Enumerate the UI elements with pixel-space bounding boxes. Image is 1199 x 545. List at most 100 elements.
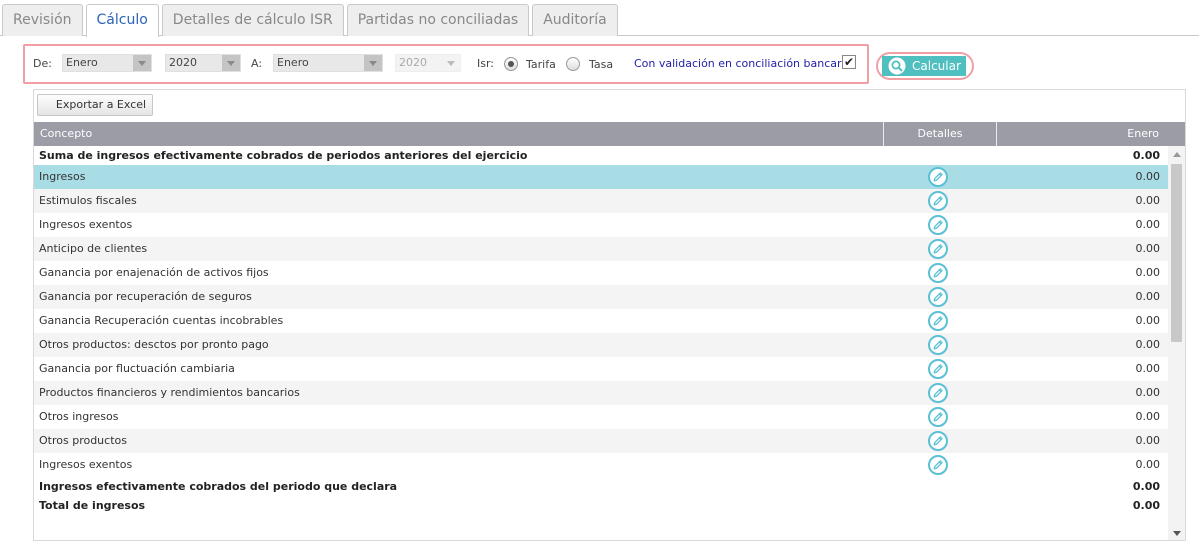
enero-cell: 0.00	[1135, 434, 1161, 447]
chevron-down-icon	[133, 55, 151, 71]
column-header-enero[interactable]: Enero	[997, 122, 1159, 146]
detalles-cell	[928, 239, 948, 259]
to-year-select: 2020	[395, 54, 461, 72]
table-row[interactable]: Ganancia por fluctuación cambiaria 0.00	[34, 357, 1168, 381]
period-filter-bar: De: Enero 2020 A: Enero 2020 Isr: Tarifa…	[23, 44, 869, 84]
to-label: A:	[251, 57, 263, 70]
tarifa-radio[interactable]	[504, 57, 518, 71]
detalles-cell	[928, 335, 948, 355]
concepto-cell: Ingresos	[39, 170, 86, 183]
pencil-icon[interactable]	[928, 455, 948, 475]
detalles-cell	[928, 287, 948, 307]
tarifa-label: Tarifa	[526, 58, 556, 71]
enero-cell: 0.00	[1135, 362, 1161, 375]
concepto-cell: Ganancia por fluctuación cambiaria	[39, 362, 235, 375]
search-icon	[888, 57, 906, 75]
pencil-icon[interactable]	[928, 239, 948, 259]
enero-cell: 0.00	[1132, 499, 1160, 512]
tab-0[interactable]: Revisión	[2, 4, 83, 36]
concepto-cell: Otros ingresos	[39, 410, 119, 423]
bank-validation-checkbox[interactable]: ✔	[842, 55, 856, 69]
pencil-icon[interactable]	[928, 311, 948, 331]
detalles-cell	[928, 431, 948, 451]
enero-cell: 0.00	[1135, 458, 1161, 471]
column-header-concepto[interactable]: Concepto	[40, 122, 92, 146]
table-row[interactable]: Ganancia por recuperación de seguros 0.00	[34, 285, 1168, 309]
grid-summary-row[interactable]: Ingresos efectivamente cobrados del peri…	[34, 477, 1168, 496]
enero-cell: 0.00	[1135, 170, 1161, 183]
concepto-cell: Productos financieros y rendimientos ban…	[39, 386, 300, 399]
scroll-down-icon[interactable]	[1168, 525, 1185, 540]
detalles-cell	[928, 311, 948, 331]
enero-cell: 0.00	[1132, 149, 1160, 162]
table-row[interactable]: Anticipo de clientes 0.00	[34, 237, 1168, 261]
pencil-icon[interactable]	[928, 167, 948, 187]
enero-cell: 0.00	[1135, 338, 1161, 351]
tasa-radio[interactable]	[566, 57, 580, 71]
table-row[interactable]: Otros productos 0.00	[34, 429, 1168, 453]
from-label: De:	[33, 57, 52, 70]
table-row[interactable]: Productos financieros y rendimientos ban…	[34, 381, 1168, 405]
table-row[interactable]: Ganancia por enajenación de activos fijo…	[34, 261, 1168, 285]
chevron-down-icon	[442, 55, 460, 71]
enero-cell: 0.00	[1135, 410, 1161, 423]
table-row[interactable]: Ingresos exentos 0.00	[34, 453, 1168, 477]
export-excel-button[interactable]: Exportar a Excel	[37, 94, 153, 116]
tab-bar: Revisión Cálculo Detalles de cálculo ISR Pa…	[2, 4, 621, 37]
pencil-icon[interactable]	[928, 407, 948, 427]
concepto-cell: Ingresos exentos	[39, 458, 133, 471]
table-row[interactable]: Ingresos exentos 0.00	[34, 213, 1168, 237]
concepto-cell: Ganancia por enajenación de activos fijo…	[39, 266, 269, 279]
concepto-cell: Ganancia Recuperación cuentas incobrable…	[39, 314, 284, 327]
table-row[interactable]: Otros productos: desctos por pronto pago…	[34, 333, 1168, 357]
tab-2[interactable]: Detalles de cálculo ISR	[161, 4, 344, 36]
calculate-button[interactable]: Calcular	[882, 56, 966, 76]
bank-validation-link[interactable]: Con validación en conciliación bancaria	[634, 57, 851, 71]
grid-summary-row[interactable]: Total de ingresos 0.00	[34, 496, 1168, 515]
enero-cell: 0.00	[1135, 218, 1161, 231]
scroll-up-icon[interactable]	[1168, 146, 1185, 162]
enero-cell: 0.00	[1135, 386, 1161, 399]
pencil-icon[interactable]	[928, 383, 948, 403]
concepto-cell: Otros productos: desctos por pronto pago	[39, 338, 269, 351]
scroll-thumb[interactable]	[1171, 164, 1182, 342]
concepto-cell: Otros productos	[39, 434, 127, 447]
concepto-cell: Ingresos exentos	[39, 218, 133, 231]
detalles-cell	[928, 167, 948, 187]
tasa-label: Tasa	[589, 58, 614, 71]
table-row[interactable]: Ingresos 0.00	[34, 165, 1168, 189]
tab-1[interactable]: Cálculo	[85, 4, 159, 37]
enero-cell: 0.00	[1132, 480, 1160, 493]
table-row[interactable]: Estimulos fiscales 0.00	[34, 189, 1168, 213]
calculate-button-highlight: Calcular	[876, 52, 974, 80]
pencil-icon[interactable]	[928, 335, 948, 355]
concepto-cell: Suma de ingresos efectivamente cobrados …	[39, 149, 528, 162]
detalles-cell	[928, 215, 948, 235]
to-month-select[interactable]: Enero	[273, 54, 383, 72]
pencil-icon[interactable]	[928, 263, 948, 283]
enero-cell: 0.00	[1135, 242, 1161, 255]
pencil-icon[interactable]	[928, 191, 948, 211]
detalles-cell	[928, 359, 948, 379]
chevron-down-icon	[364, 55, 382, 71]
from-year-select[interactable]: 2020	[165, 54, 241, 72]
enero-cell: 0.00	[1135, 314, 1161, 327]
pencil-icon[interactable]	[928, 287, 948, 307]
pencil-icon[interactable]	[928, 215, 948, 235]
pencil-icon[interactable]	[928, 359, 948, 379]
enero-cell: 0.00	[1135, 194, 1161, 207]
from-month-select[interactable]: Enero	[62, 54, 152, 72]
chevron-down-icon	[222, 55, 240, 71]
grid-summary-row[interactable]: Suma de ingresos efectivamente cobrados …	[34, 146, 1168, 165]
grid-scrollbar[interactable]	[1168, 146, 1185, 540]
table-row[interactable]: Ganancia Recuperación cuentas incobrable…	[34, 309, 1168, 333]
detalles-cell	[928, 191, 948, 211]
table-row[interactable]: Otros ingresos 0.00	[34, 405, 1168, 429]
pencil-icon[interactable]	[928, 431, 948, 451]
tab-4[interactable]: Auditoría	[532, 4, 618, 36]
column-header-detalles[interactable]: Detalles	[884, 122, 996, 146]
results-grid: Exportar a Excel Concepto Detalles Enero…	[33, 89, 1186, 541]
concepto-cell: Ganancia por recuperación de seguros	[39, 290, 252, 303]
concepto-cell: Ingresos efectivamente cobrados del peri…	[39, 480, 398, 493]
tab-3[interactable]: Partidas no conciliadas	[346, 4, 530, 36]
